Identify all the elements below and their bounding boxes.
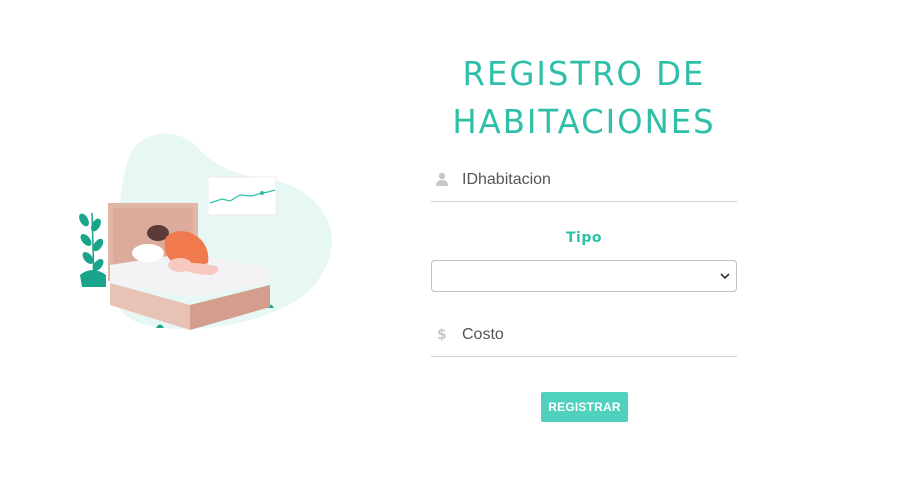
registration-form: REGISTRO DE HABITACIONES Tipo bbox=[431, 50, 737, 422]
tipo-select[interactable] bbox=[432, 261, 736, 291]
user-icon bbox=[435, 171, 449, 187]
dollar-icon: $ bbox=[435, 326, 449, 342]
tipo-label: Tipo bbox=[566, 230, 602, 246]
title-line-2: HABITACIONES bbox=[452, 102, 716, 141]
costo-field: $ bbox=[431, 316, 737, 357]
costo-input[interactable] bbox=[462, 323, 732, 347]
wall-chart bbox=[207, 176, 277, 216]
id-habitacion-field bbox=[431, 161, 737, 202]
plant-left bbox=[79, 212, 106, 287]
svg-text:$: $ bbox=[437, 327, 447, 342]
id-habitacion-input[interactable] bbox=[462, 168, 732, 192]
title-line-1: REGISTRO DE bbox=[462, 54, 706, 93]
page-title: REGISTRO DE HABITACIONES bbox=[434, 50, 734, 146]
registrar-button[interactable]: REGISTRAR bbox=[541, 392, 628, 422]
tipo-select-wrapper[interactable] bbox=[431, 260, 737, 292]
registro-habitaciones-page: REGISTRO DE HABITACIONES Tipo bbox=[0, 0, 921, 482]
bed-illustration bbox=[79, 133, 332, 330]
